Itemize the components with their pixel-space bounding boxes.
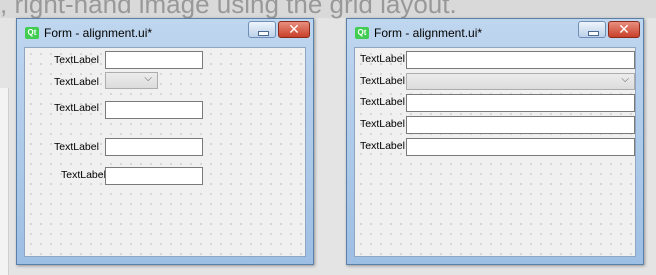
background-text: , right-hand image using the grid layout…	[0, 0, 457, 19]
line-edit[interactable]	[105, 167, 203, 185]
minimize-button[interactable]	[578, 21, 606, 38]
title-bar[interactable]: Qt Form - alignment.ui* ✕	[347, 19, 643, 47]
left-edge-panel	[0, 88, 9, 275]
qt-logo-icon: Qt	[355, 27, 369, 39]
line-edit[interactable]	[406, 138, 635, 156]
qt-logo-icon: Qt	[25, 27, 39, 39]
minimize-icon	[258, 31, 269, 36]
close-button[interactable]: ✕	[608, 21, 640, 38]
line-edit[interactable]	[105, 138, 203, 156]
text-label: TextLabel	[54, 54, 99, 66]
chevron-down-icon: ⌵	[144, 73, 152, 84]
close-button[interactable]: ✕	[278, 21, 310, 38]
minimize-button[interactable]	[248, 21, 276, 38]
window-title: Form - alignment.ui*	[374, 26, 483, 40]
close-icon: ✕	[618, 21, 630, 37]
title-bar[interactable]: Qt Form - alignment.ui* ✕	[17, 19, 313, 47]
window-title: Form - alignment.ui*	[44, 26, 153, 40]
line-edit[interactable]	[105, 51, 203, 69]
form-window-right: Qt Form - alignment.ui* ✕ TextLabel Text…	[346, 18, 644, 265]
text-label: TextLabel	[360, 75, 405, 87]
text-label: TextLabel	[54, 76, 99, 88]
text-label: TextLabel	[360, 53, 405, 65]
close-icon: ✕	[288, 21, 300, 37]
line-edit[interactable]	[406, 116, 635, 134]
combo-box[interactable]: ⌵	[105, 72, 158, 89]
line-edit[interactable]	[406, 51, 635, 69]
text-label: TextLabel	[360, 140, 405, 152]
form-canvas[interactable]: TextLabel TextLabel ⌵ TextLabel TextLabe…	[354, 47, 636, 257]
text-label: TextLabel	[54, 141, 99, 153]
form-canvas[interactable]: TextLabel TextLabel ⌵ TextLabel TextLabe…	[24, 47, 306, 257]
line-edit[interactable]	[406, 94, 635, 112]
minimize-icon	[588, 31, 599, 36]
text-label: TextLabel	[54, 102, 99, 114]
text-label: TextLabel	[360, 96, 405, 108]
line-edit[interactable]	[105, 101, 203, 119]
text-label: TextLabel	[61, 169, 106, 181]
chevron-down-icon: ⌵	[621, 74, 629, 85]
text-label: TextLabel	[360, 118, 405, 130]
form-window-left: Qt Form - alignment.ui* ✕ TextLabel Text…	[16, 18, 314, 265]
combo-box[interactable]: ⌵	[406, 73, 635, 90]
